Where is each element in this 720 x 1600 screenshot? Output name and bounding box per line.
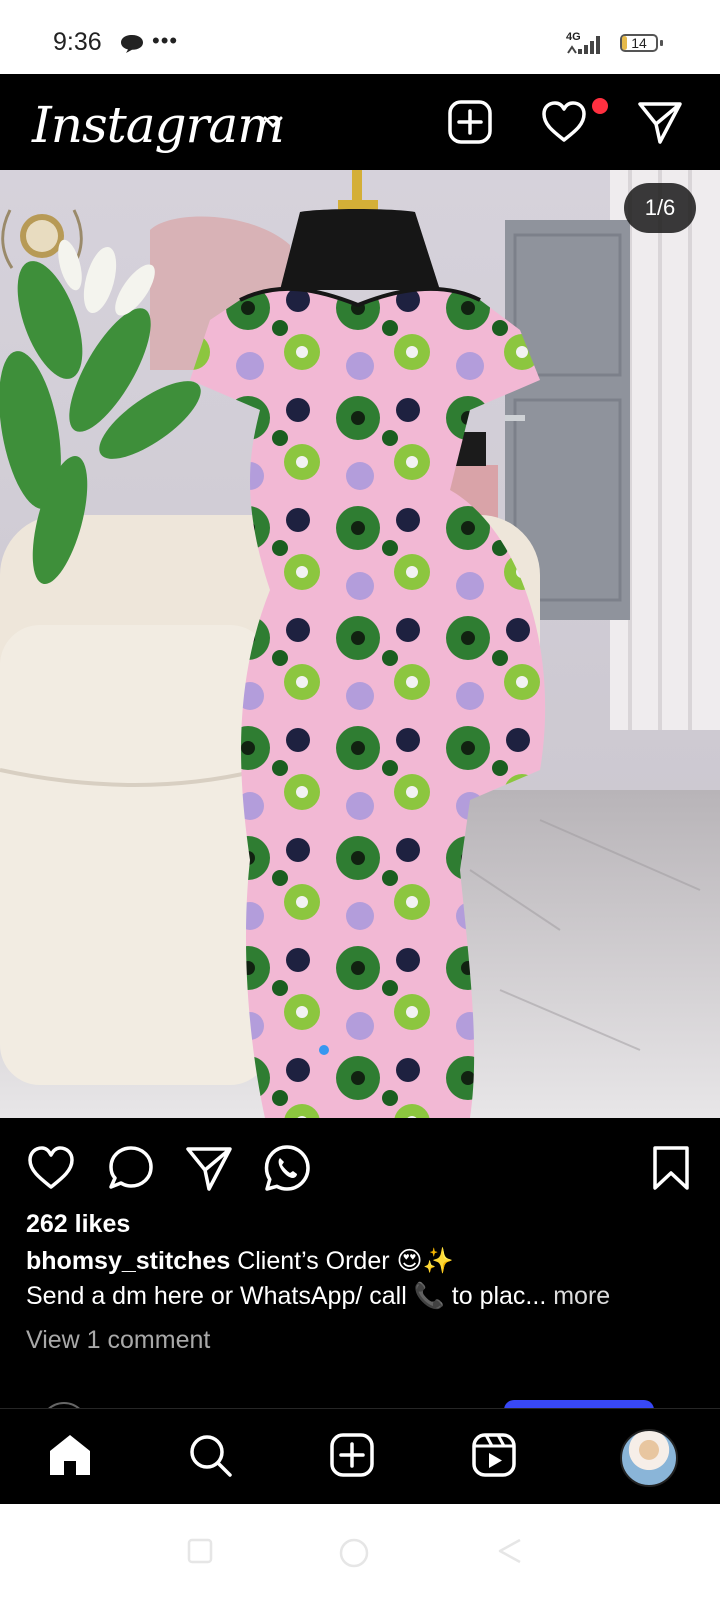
view-comments-link[interactable]: View 1 comment — [26, 1326, 210, 1355]
like-icon[interactable] — [26, 1143, 76, 1193]
more-dots-icon: ••• — [152, 28, 179, 53]
whatsapp-icon[interactable] — [262, 1143, 312, 1193]
status-bar: 9:36 ••• 4G 14 — [0, 0, 720, 74]
reels-icon[interactable] — [470, 1431, 518, 1479]
post-image[interactable] — [0, 170, 720, 1118]
bottom-nav — [0, 1408, 720, 1505]
caption-continued: Send a dm here or WhatsApp/ call 📞 to pl… — [26, 1282, 547, 1310]
battery-level: 14 — [631, 35, 647, 51]
likes-count[interactable]: 262 likes — [26, 1210, 130, 1239]
comment-icon[interactable] — [106, 1143, 156, 1193]
home-icon[interactable] — [46, 1431, 94, 1479]
battery-tip — [660, 40, 663, 46]
system-nav-bar — [0, 1504, 720, 1600]
instagram-logo[interactable]: Instagram — [32, 96, 285, 154]
direct-message-icon[interactable] — [636, 98, 684, 146]
caption-line-2: Send a dm here or WhatsApp/ call 📞 to pl… — [26, 1282, 610, 1311]
share-icon[interactable] — [184, 1143, 234, 1193]
back-icon[interactable] — [496, 1537, 524, 1570]
search-icon[interactable] — [186, 1431, 234, 1479]
battery-icon: 14 — [620, 34, 658, 52]
app-header: Instagram — [0, 74, 720, 170]
caption-line-1: bhomsy_stitches Client’s Order 😍✨ — [26, 1246, 454, 1276]
caption-text: Client’s Order 😍✨ — [230, 1247, 454, 1275]
image-counter: 1/6 — [624, 183, 696, 233]
profile-avatar[interactable] — [620, 1429, 678, 1487]
status-time: 9:36 — [53, 28, 102, 56]
create-icon[interactable] — [328, 1431, 376, 1479]
home-button-icon[interactable] — [338, 1537, 370, 1574]
post-username[interactable]: bhomsy_stitches — [26, 1247, 230, 1275]
save-icon[interactable] — [646, 1143, 696, 1193]
heart-icon[interactable] — [540, 98, 588, 146]
signal-icon — [566, 35, 602, 60]
new-post-icon[interactable] — [446, 98, 494, 146]
chat-bubble-icon — [120, 34, 144, 59]
notification-dot — [592, 98, 608, 114]
chevron-down-icon[interactable] — [262, 115, 284, 134]
recent-apps-icon[interactable] — [186, 1537, 214, 1570]
more-link[interactable]: more — [546, 1282, 610, 1310]
